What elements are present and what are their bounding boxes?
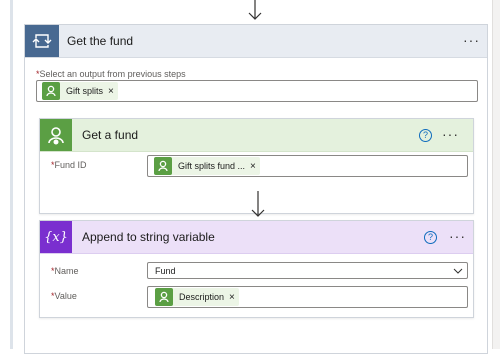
fund-icon (40, 119, 72, 151)
fund-token-icon (155, 288, 173, 306)
loop-icon (25, 25, 59, 57)
help-icon[interactable]: ? (419, 129, 432, 142)
remove-token-icon[interactable]: × (250, 161, 256, 172)
select-output-label-text: Select an output from previous steps (39, 69, 186, 79)
canvas-left-edge (10, 0, 13, 349)
container-header[interactable]: Get the fund ··· (25, 25, 487, 58)
help-icon[interactable]: ? (424, 231, 437, 244)
fund-id-input[interactable]: Gift splits fund ... × (147, 155, 468, 177)
variable-name-dropdown[interactable]: Fund (147, 262, 468, 279)
fund-token-icon (42, 82, 60, 100)
fund-id-label: *Fund ID (51, 160, 87, 170)
token-label: Gift splits (66, 86, 104, 96)
value-label-text: Value (54, 291, 77, 301)
dynamic-content-token[interactable]: Gift splits fund ... × (154, 157, 260, 175)
action-title: Append to string variable (82, 230, 215, 244)
remove-token-icon[interactable]: × (108, 86, 114, 97)
fund-token-icon (154, 157, 172, 175)
select-output-label: *Select an output from previous steps (36, 69, 186, 79)
fund-id-label-text: Fund ID (54, 160, 87, 170)
dynamic-content-token[interactable]: Description × (155, 288, 239, 306)
dynamic-content-token[interactable]: Gift splits × (42, 82, 118, 100)
append-to-string-variable-action: {x} Append to string variable ? ··· *Nam… (39, 220, 474, 318)
value-label: *Value (51, 291, 77, 301)
action-title: Get a fund (82, 128, 139, 142)
apply-to-each-container: Get the fund ··· *Select an output from … (24, 24, 488, 354)
select-output-input[interactable]: Gift splits × (36, 80, 478, 102)
vertical-scrollbar[interactable] (492, 0, 500, 349)
down-arrow-icon (251, 191, 265, 217)
container-more-options-icon[interactable]: ··· (463, 32, 480, 48)
name-label-text: Name (54, 266, 79, 276)
value-input[interactable]: Description × (147, 286, 468, 308)
action-header[interactable]: {x} Append to string variable ? ··· (40, 221, 473, 254)
action-more-options-icon[interactable]: ··· (449, 228, 466, 244)
name-label: *Name (51, 266, 79, 276)
container-title: Get the fund (67, 34, 134, 48)
token-label: Description (179, 292, 225, 302)
variable-icon: {x} (40, 221, 72, 253)
action-more-options-icon[interactable]: ··· (442, 126, 459, 142)
chevron-down-icon (453, 268, 463, 274)
action-header[interactable]: Get a fund ? ··· (40, 119, 473, 152)
token-label: Gift splits fund ... (178, 161, 246, 171)
dropdown-value: Fund (155, 266, 176, 276)
remove-token-icon[interactable]: × (229, 292, 235, 303)
down-arrow-icon (248, 0, 262, 20)
